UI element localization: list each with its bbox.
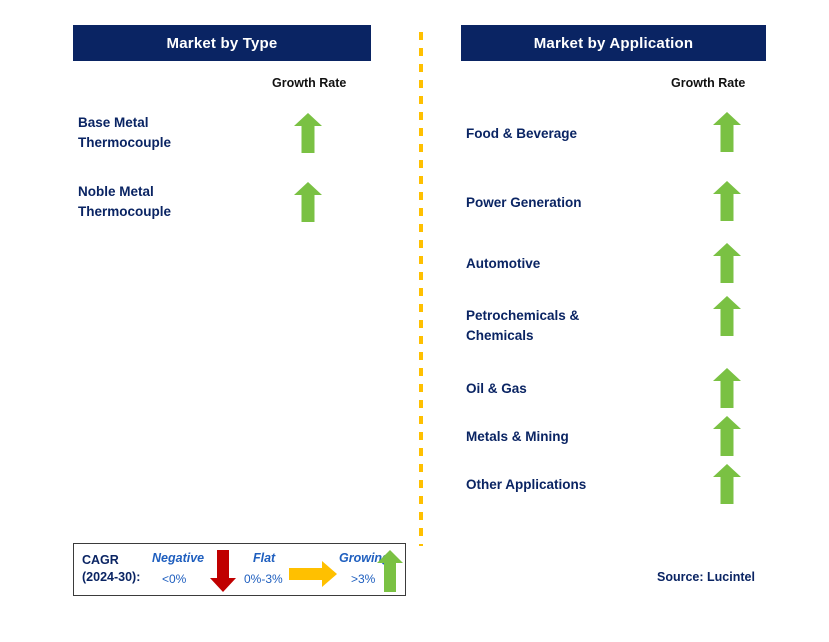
legend-range-negative: <0% <box>162 572 187 586</box>
legend-title-line1: CAGR <box>82 553 119 567</box>
arrow-down-icon <box>210 550 236 592</box>
infographic-canvas: Market by Type Market by Application Gro… <box>0 0 829 642</box>
growth-rate-caption-type: Growth Rate <box>272 76 347 90</box>
legend-label-flat: Flat <box>253 551 276 565</box>
source-attribution: Source: Lucintel <box>657 570 755 584</box>
row-label-automotive: Automotive <box>466 256 541 271</box>
market-by-type-header: Market by Type <box>73 25 371 61</box>
growth-arrow-noble-metal-thermocouple <box>294 182 322 222</box>
growth-arrow-power-generation <box>713 181 741 221</box>
growth-arrow-automotive <box>713 243 741 283</box>
row-label-petrochemicals-and-chemicals: Petrochemicals & Chemicals <box>466 308 580 343</box>
growth-arrow-petrochemicals-and-chemicals <box>713 296 741 336</box>
market-by-application-header: Market by Application <box>461 25 766 61</box>
growth-arrow-food-and-beverage <box>713 112 741 152</box>
legend-label-negative: Negative <box>152 551 205 565</box>
row-label-power-generation: Power Generation <box>466 195 582 210</box>
growth-arrow-base-metal-thermocouple <box>294 113 322 153</box>
row-label-oil-and-gas: Oil & Gas <box>466 381 527 396</box>
legend-title-line2: (2024-30): <box>82 570 141 584</box>
growth-arrow-other-applications <box>713 464 741 504</box>
growth-arrow-metals-and-mining <box>713 416 741 456</box>
row-label-noble-metal-thermocouple: Noble Metal Thermocouple <box>78 184 172 219</box>
row-label-other-applications: Other Applications <box>466 477 587 492</box>
row-label-food-and-beverage: Food & Beverage <box>466 126 578 141</box>
legend-range-growing: >3% <box>351 572 376 586</box>
growth-rate-caption-application: Growth Rate <box>671 76 746 90</box>
arrow-up-icon <box>377 550 403 592</box>
cagr-legend: CAGR (2024-30): Negative <0% Flat 0%-3% … <box>73 543 406 596</box>
arrow-right-icon <box>289 561 337 587</box>
growth-arrow-oil-and-gas <box>713 368 741 408</box>
row-label-metals-and-mining: Metals & Mining <box>466 429 569 444</box>
row-label-base-metal-thermocouple: Base Metal Thermocouple <box>78 115 172 150</box>
legend-range-flat: 0%-3% <box>244 572 283 586</box>
column-divider <box>419 32 423 546</box>
